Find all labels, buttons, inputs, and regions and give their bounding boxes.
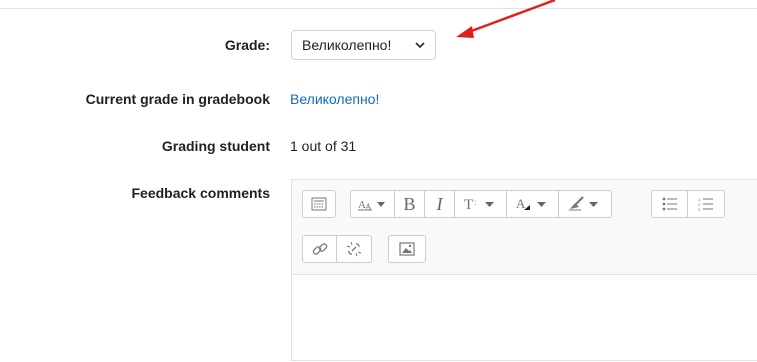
show-more-button[interactable] (303, 191, 335, 217)
ordered-list-button[interactable]: 1 2 3 (688, 191, 724, 217)
unlink-button[interactable] (337, 236, 371, 262)
svg-text:3: 3 (698, 207, 701, 211)
grade-select[interactable]: Великолепно! (291, 30, 436, 60)
font-color-button[interactable]: A (507, 191, 559, 217)
italic-button[interactable]: I (425, 191, 455, 217)
svg-text:A: A (516, 196, 526, 211)
image-button[interactable] (389, 236, 425, 262)
paragraph-styles-button[interactable]: A A (351, 191, 395, 217)
feedback-editor: A A B I T : A 1 2 3 (291, 179, 757, 361)
unlink-icon (346, 241, 362, 257)
font-size-button[interactable]: T : (455, 191, 507, 217)
current-grade-row: Current grade in gradebook Великолепно! (0, 91, 757, 111)
link-button[interactable] (303, 236, 337, 262)
editor-content-area[interactable] (292, 275, 757, 362)
unordered-list-icon (662, 197, 677, 211)
svg-text::: : (474, 198, 476, 207)
toolbar-group-media (388, 235, 426, 263)
unordered-list-button[interactable] (652, 191, 688, 217)
show-more-icon (311, 197, 327, 211)
feedback-label: Feedback comments (131, 185, 271, 201)
toolbar-group-links (302, 235, 372, 263)
italic-icon: I (436, 193, 443, 214)
toolbar-group-lists: 1 2 3 (651, 190, 725, 218)
grading-student-label: Grading student (161, 138, 270, 154)
current-grade-label: Current grade in gradebook (85, 91, 270, 107)
toolbar-group-more (302, 190, 336, 218)
paragraph-styles-icon: A A (357, 199, 385, 211)
toolbar-group-styles: A A B I T : A (350, 190, 612, 218)
grade-selected-value: Великолепно! (302, 37, 392, 53)
grading-student-row: Grading student 1 out of 31 (0, 138, 757, 158)
editor-toolbar: A A B I T : A 1 2 3 (292, 180, 757, 275)
bold-button[interactable]: B (395, 191, 425, 217)
bold-icon: B (403, 193, 416, 214)
highlight-icon (569, 196, 598, 211)
link-icon (312, 243, 327, 255)
chevron-down-icon (415, 42, 425, 49)
font-size-icon: T : (464, 197, 494, 212)
highlight-button[interactable] (559, 191, 611, 217)
svg-text:T: T (464, 197, 473, 212)
grading-student-value: 1 out of 31 (290, 138, 357, 154)
image-icon (399, 242, 415, 256)
ordered-list-icon: 1 2 3 (698, 197, 713, 211)
font-color-icon: A (516, 196, 546, 211)
current-grade-link[interactable]: Великолепно! (290, 91, 379, 107)
grade-label: Grade: (224, 37, 270, 53)
